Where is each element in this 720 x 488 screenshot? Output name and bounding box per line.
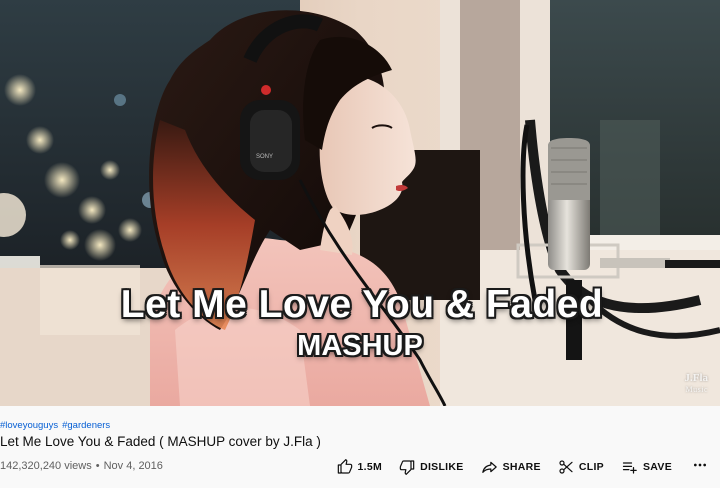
more-horizontal-icon [692,457,708,478]
video-overlay-subtitle: MASHUP [297,330,423,362]
channel-watermark: J.Fla Music [684,372,708,396]
video-overlay-title: Let Me Love You & Faded [120,283,604,326]
hashtag-list: #loveyouguys #gardeners [0,420,114,431]
upload-date: Nov 4, 2016 [103,460,163,472]
hashtag-link[interactable]: #gardeners [62,420,110,431]
clip-label: CLIP [578,461,604,473]
share-button[interactable]: SHARE [481,459,541,475]
thumbs-down-icon [399,459,415,475]
thumbs-up-icon [337,459,353,475]
share-arrow-icon [481,459,498,475]
more-actions-button[interactable] [692,457,708,478]
save-button[interactable]: SAVE [621,459,672,475]
info-separator: • [95,460,100,472]
video-title: Let Me Love You & Faded ( MASHUP cover b… [0,434,321,449]
video-player[interactable]: SONY Let Me Love You & Faded MASHUP J.Fl… [0,0,720,406]
like-button[interactable]: 1.5M [337,459,383,475]
watermark-name: J.Fla [684,372,708,384]
video-info: 142,320,240 views • Nov 4, 2016 [0,460,163,472]
like-count: 1.5M [357,461,383,473]
share-label: SHARE [502,461,541,473]
scissors-icon [558,459,574,475]
action-bar: 1.5M DISLIKE SHARE CLIP SAVE [337,455,708,479]
playlist-add-icon [621,459,638,475]
view-count: 142,320,240 views [0,460,92,472]
clip-button[interactable]: CLIP [558,459,604,475]
hashtag-link[interactable]: #loveyouguys [0,420,58,431]
dislike-label: DISLIKE [420,461,464,473]
watermark-sub: Music [685,385,708,394]
headphone-brand-label: SONY [256,154,273,160]
save-label: SAVE [642,461,672,473]
dislike-button[interactable]: DISLIKE [399,459,464,475]
